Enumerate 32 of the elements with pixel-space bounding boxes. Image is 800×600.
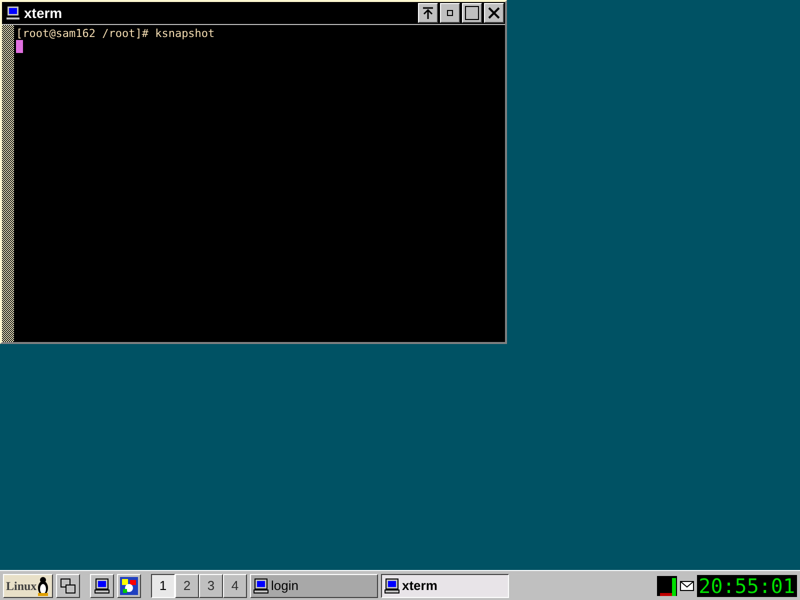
penguin-icon [36, 576, 49, 596]
load-meter-icon [656, 576, 677, 596]
computer-icon [253, 578, 269, 594]
minimize-button[interactable] [440, 3, 460, 23]
text-cursor [16, 40, 23, 53]
desktop-button[interactable]: 2 [175, 574, 199, 598]
pin-button[interactable] [418, 3, 438, 23]
terminal-line: [root@sam162 /root]# ksnapshot [16, 27, 215, 40]
close-button[interactable] [484, 3, 504, 23]
start-button[interactable]: Linux [3, 574, 53, 598]
minimize-icon [447, 10, 453, 16]
maximize-icon [465, 6, 479, 20]
computer-icon [94, 578, 110, 594]
desktop-button[interactable]: 4 [223, 574, 247, 598]
maximize-button[interactable] [462, 3, 482, 23]
desktop-button[interactable]: 3 [199, 574, 223, 598]
mail-icon [680, 580, 694, 590]
close-icon [488, 7, 500, 19]
task-button[interactable]: xterm [381, 574, 509, 598]
scrollbar[interactable] [2, 25, 14, 342]
palette-icon [120, 576, 138, 594]
pin-icon [422, 7, 434, 19]
window-list-button[interactable] [56, 574, 80, 598]
clock: 20:55:01 [696, 574, 797, 596]
computer-icon [5, 5, 21, 21]
task-button[interactable]: login [250, 574, 378, 598]
desktop-button[interactable]: 1 [151, 574, 175, 598]
windows-icon [60, 578, 76, 594]
app-launcher[interactable] [117, 574, 141, 598]
window-title: xterm [24, 4, 64, 22]
computer-icon [384, 578, 400, 594]
terminal-launcher[interactable] [90, 574, 114, 598]
